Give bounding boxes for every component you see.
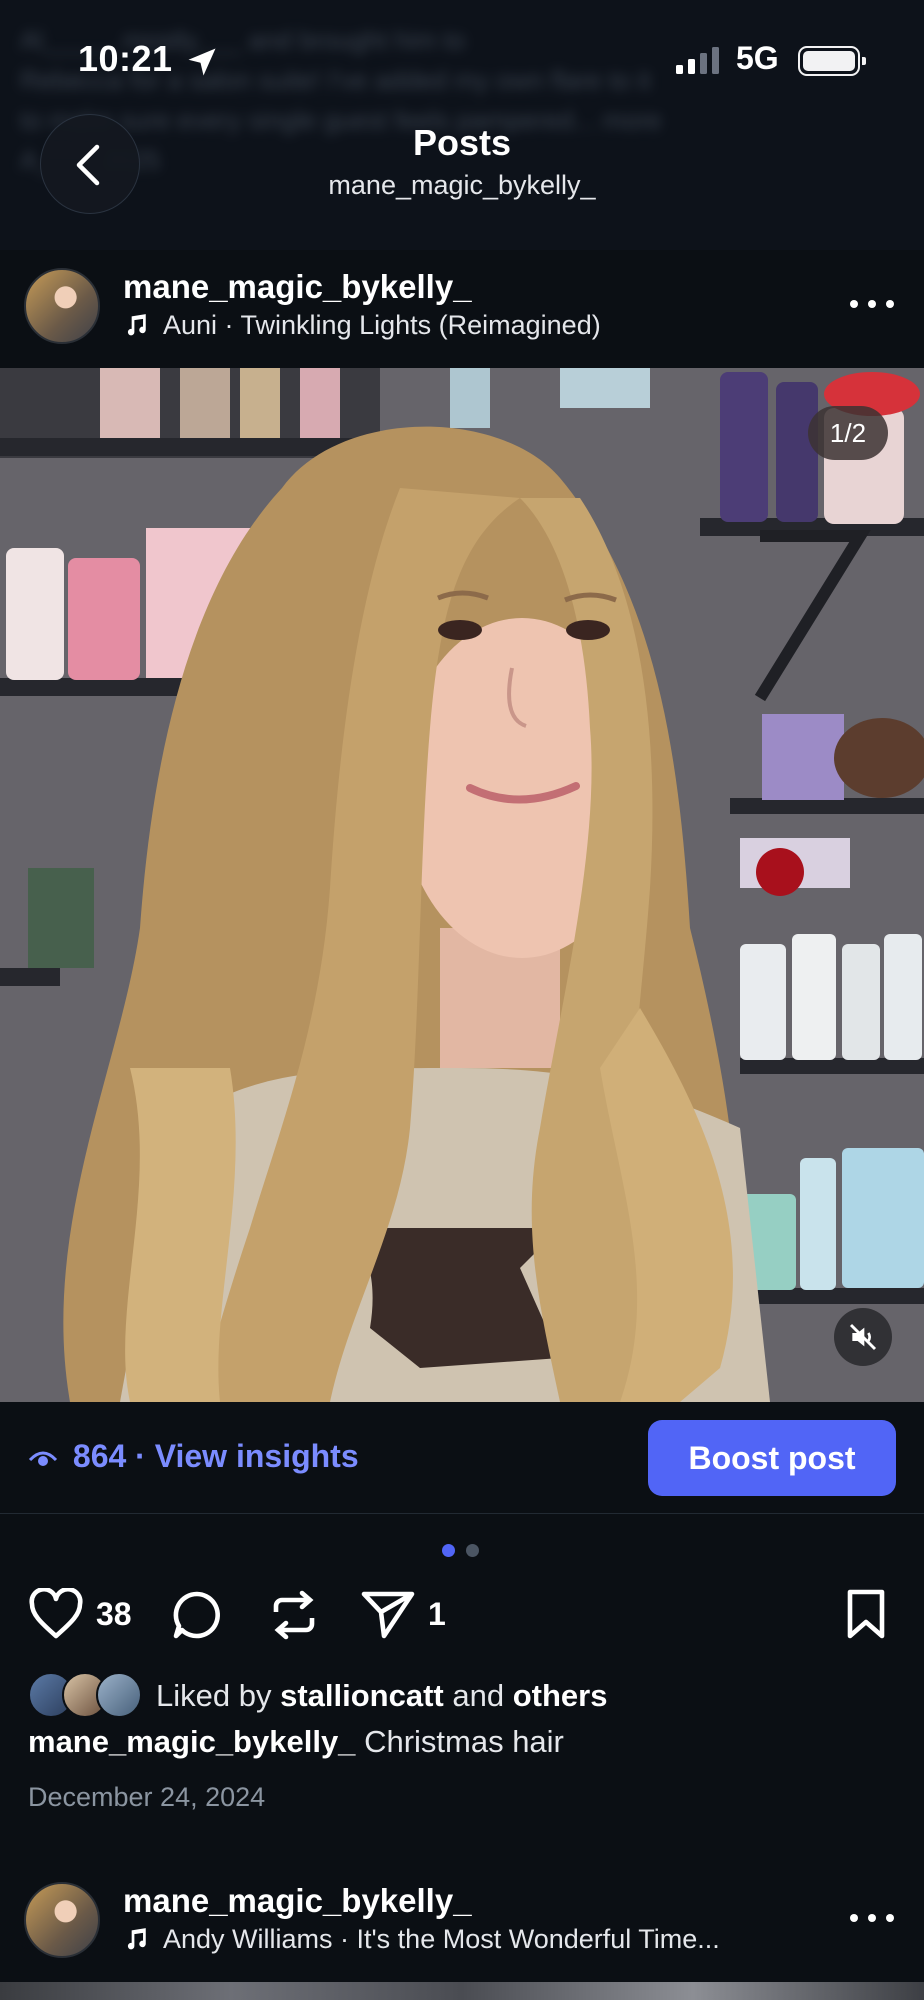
avatar[interactable] — [24, 268, 100, 344]
post-actions: 38 1 — [0, 1582, 924, 1648]
boost-post-button[interactable]: Boost post — [648, 1420, 896, 1496]
next-music-attribution[interactable]: Andy Williams · It's the Most Wonderful … — [123, 1924, 720, 1955]
bookmark-icon[interactable] — [842, 1588, 890, 1640]
post-date: December 24, 2024 — [28, 1782, 266, 1812]
liked-by-text: Liked by stallioncatt and others — [156, 1678, 608, 1713]
status-time: 10:21 — [78, 38, 173, 79]
like-count: 38 — [96, 1596, 132, 1632]
liked-by-user[interactable]: stallioncatt — [280, 1678, 444, 1713]
eye-icon — [28, 1451, 58, 1466]
insights-bar: 864 · View insights Boost post — [0, 1402, 924, 1514]
battery-icon — [798, 46, 866, 76]
liked-by-row[interactable]: Liked by stallioncatt and others — [28, 1672, 908, 1720]
top-header-area: Al_____ mostly___ and brought him to Reb… — [0, 0, 924, 250]
signal-icon — [676, 47, 719, 74]
carousel-dot — [466, 1544, 479, 1557]
view-count: 864 — [72, 1438, 127, 1474]
carousel-dot-active — [442, 1544, 455, 1557]
repost-icon[interactable] — [268, 1588, 320, 1642]
page-title: Posts — [412, 122, 512, 163]
speaker-muted-icon — [849, 1323, 877, 1351]
more-options-icon[interactable] — [850, 1912, 894, 1926]
photo-page-indicator: 1/2 — [808, 406, 888, 460]
more-options-icon[interactable] — [850, 298, 894, 312]
next-post-photo[interactable] — [0, 1982, 924, 2000]
music-attribution[interactable]: Auni · Twinkling Lights (Reimagined) — [123, 310, 601, 341]
post-header: mane_magic_bykelly_ Auni · Twinkling Lig… — [0, 250, 924, 368]
music-label: Auni · Twinkling Lights (Reimagined) — [163, 310, 601, 340]
post-username[interactable]: mane_magic_bykelly_ — [123, 268, 472, 306]
next-music-label: Andy Williams · It's the Most Wonderful … — [163, 1924, 720, 1954]
share-count: 1 — [428, 1596, 446, 1632]
post-caption: mane_magic_bykelly_ Christmas hair — [28, 1724, 564, 1760]
location-arrow-icon — [188, 48, 216, 76]
share-icon[interactable] — [360, 1588, 416, 1640]
view-insights-link[interactable]: 864 · View insights — [28, 1438, 359, 1475]
music-note-icon — [127, 314, 146, 336]
post-photo[interactable]: 1/2 — [0, 368, 924, 1402]
comment-icon[interactable] — [170, 1588, 224, 1642]
network-type: 5G — [736, 40, 779, 76]
view-insights-label: · View insights — [135, 1438, 359, 1474]
next-post-username[interactable]: mane_magic_bykelly_ — [123, 1882, 472, 1920]
music-note-icon — [127, 1928, 146, 1950]
liker-avatar — [96, 1672, 142, 1718]
mute-button[interactable] — [834, 1308, 892, 1366]
heart-icon[interactable] — [28, 1588, 84, 1640]
salon-photo-illustration — [0, 368, 924, 1402]
avatar[interactable] — [24, 1882, 100, 1958]
liked-by-others[interactable]: others — [513, 1678, 608, 1713]
caption-username[interactable]: mane_magic_bykelly_ — [28, 1724, 355, 1759]
next-post-header: mane_magic_bykelly_ Andy Williams · It's… — [0, 1868, 924, 2000]
page-subtitle: mane_magic_bykelly_ — [328, 170, 596, 200]
caption-text: Christmas hair — [364, 1724, 564, 1759]
